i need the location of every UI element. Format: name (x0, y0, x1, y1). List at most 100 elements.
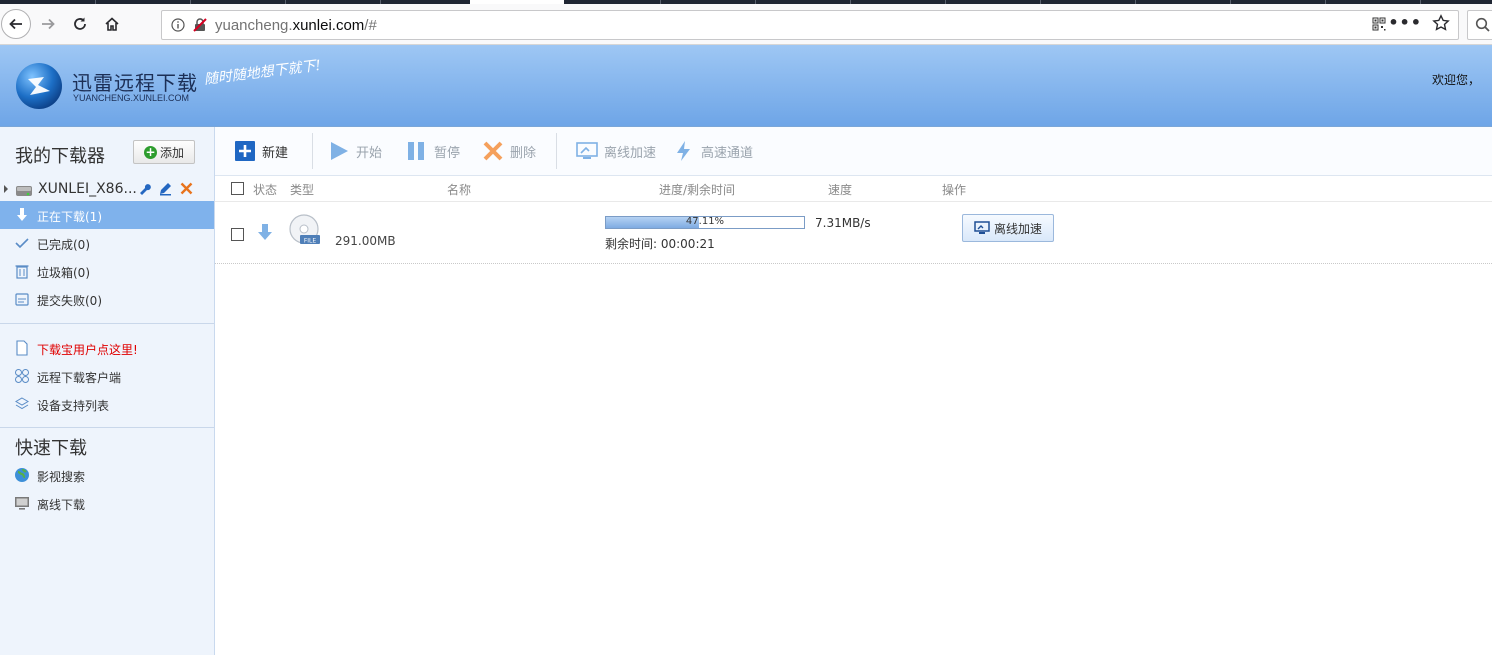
sidebar-item-label: 提交失败(0) (37, 294, 102, 308)
device-name[interactable]: XUNLEI_X86... (38, 181, 137, 197)
welcome-text: 欢迎您， (1432, 73, 1481, 87)
new-task-label: 新建 (262, 145, 289, 161)
offline-accelerate-label: 离线加速 (604, 145, 657, 161)
search-box[interactable] (1467, 10, 1492, 40)
globe-icon (15, 468, 29, 482)
high-speed-channel-button[interactable]: 高速通道 (673, 138, 753, 164)
new-task-button[interactable]: 新建 (234, 138, 288, 164)
high-speed-channel-label: 高速通道 (701, 145, 754, 161)
header-type: 类型 (290, 183, 315, 197)
row-offline-accelerate-label: 离线加速 (993, 221, 1042, 236)
expand-triangle-icon[interactable] (4, 185, 8, 193)
start-label: 开始 (356, 145, 383, 161)
home-button[interactable] (99, 11, 125, 37)
download-arrow-icon (17, 208, 27, 221)
delete-button[interactable]: 删除 (482, 138, 536, 164)
select-all-checkbox[interactable] (231, 182, 244, 195)
hard-drive-icon (16, 186, 32, 196)
sidebar-link-label: 下载宝用户点这里! (37, 343, 138, 357)
sidebar-divider (0, 427, 214, 428)
sidebar-item-completed[interactable]: 已完成(0) (0, 229, 214, 257)
sidebar-link-label: 远程下载客户端 (37, 371, 122, 385)
table-row[interactable]: FILE 291.00MB 47.11% 剩余时间: 00:00:21 7.31… (215, 202, 1492, 264)
failed-doc-icon (15, 293, 29, 306)
sidebar-quick-video-search[interactable]: 影视搜索 (0, 461, 214, 489)
delete-label: 删除 (510, 145, 537, 161)
brand-title[interactable]: 迅雷远程下载 (72, 67, 198, 96)
pause-icon (408, 142, 424, 160)
delete-x-icon (483, 141, 503, 161)
progress-percent: 47.11% (685, 216, 725, 227)
quick-label: 离线下载 (37, 498, 86, 512)
back-button[interactable] (1, 9, 31, 39)
toolbar-separator (312, 133, 313, 169)
reload-button[interactable] (67, 11, 93, 37)
forward-arrow-icon (42, 18, 55, 30)
add-plus-icon: + (143, 144, 157, 159)
file-badge-text: FILE (304, 238, 317, 245)
toolbar-separator (556, 133, 557, 169)
new-plus-icon (235, 141, 255, 161)
lightning-icon (677, 141, 690, 161)
insecure-lock-icon[interactable] (192, 17, 208, 33)
sidebar-item-failed[interactable]: 提交失败(0) (0, 285, 214, 313)
sidebar-link-client[interactable]: 远程下载客户端 (0, 362, 214, 390)
downloader-device[interactable]: XUNLEI_X86... (0, 179, 214, 201)
page-actions-menu-icon[interactable]: ••• (1388, 13, 1422, 32)
trash-icon (15, 265, 29, 279)
add-downloader-button[interactable]: + 添加 (133, 140, 195, 164)
url-text[interactable]: yuancheng.xunlei.com/# (215, 17, 377, 34)
pause-label: 暂停 (434, 145, 461, 161)
header-action: 操作 (942, 183, 967, 197)
xunlei-logo-icon[interactable] (14, 61, 64, 111)
site-header: 迅雷远程下载 YUANCHENG.XUNLEI.COM 随时随地想下就下! 欢迎… (0, 45, 1492, 127)
sidebar: 我的下载器 + 添加 XUNLEI_X86... 正在下载(1) 已完成(0) … (0, 127, 215, 655)
row-checkbox[interactable] (231, 228, 244, 241)
sidebar-item-label: 正在下载(1) (37, 210, 102, 224)
reload-icon (74, 17, 86, 30)
row-offline-accelerate-button[interactable]: 离线加速 (962, 214, 1054, 242)
header-speed: 速度 (828, 183, 853, 197)
search-icon (1475, 17, 1490, 32)
offline-accelerate-button[interactable]: 离线加速 (576, 138, 656, 164)
back-arrow-icon (9, 18, 22, 30)
checkmark-icon (15, 238, 29, 249)
address-bar[interactable]: yuancheng.xunlei.com/# ••• (161, 10, 1459, 40)
offline-accel-icon (576, 142, 598, 159)
my-downloaders-title: 我的下载器 (15, 146, 105, 167)
offline-accel-icon (974, 221, 990, 234)
slogan: 随时随地想下就下! (203, 57, 322, 88)
brand-subtitle: YUANCHENG.XUNLEI.COM (73, 93, 190, 103)
remove-x-icon[interactable] (179, 181, 194, 196)
sidebar-item-trash[interactable]: 垃圾箱(0) (0, 257, 214, 285)
header-name: 名称 (447, 183, 472, 197)
wrench-icon[interactable] (137, 181, 152, 196)
quick-label: 影视搜索 (37, 470, 86, 484)
forward-button[interactable] (35, 11, 61, 37)
sidebar-item-downloading[interactable]: 正在下载(1) (0, 201, 214, 229)
toolbar: 新建 开始 暂停 删除 离线加速 高速通道 (215, 127, 1492, 176)
header-status: 状态 (253, 183, 278, 197)
info-icon[interactable] (171, 18, 185, 32)
bookmark-star-icon[interactable] (1432, 14, 1450, 32)
client-grid-icon (15, 369, 29, 383)
offline-monitor-icon (15, 497, 29, 510)
download-speed: 7.31MB/s (815, 216, 871, 230)
home-icon (105, 17, 119, 31)
edit-pencil-icon[interactable] (158, 181, 173, 196)
document-icon (16, 340, 28, 356)
file-type-icon: FILE (289, 214, 320, 245)
pause-button[interactable]: 暂停 (406, 138, 460, 164)
downloading-status-icon (258, 224, 272, 240)
sidebar-quick-offline[interactable]: 离线下载 (0, 489, 214, 517)
progress-bar: 47.11% (605, 216, 805, 229)
sidebar-link-devices[interactable]: 设备支持列表 (0, 390, 214, 418)
header-progress: 进度/剩余时间 (659, 183, 736, 197)
sidebar-divider (0, 323, 214, 324)
sidebar-link-xiazaibao[interactable]: 下载宝用户点这里! (0, 334, 214, 362)
play-icon (331, 142, 348, 160)
qr-code-icon[interactable] (1372, 17, 1386, 31)
start-button[interactable]: 开始 (328, 138, 382, 164)
quick-download-title: 快速下载 (15, 438, 87, 459)
browser-nav-bar: yuancheng.xunlei.com/# ••• (0, 4, 1492, 45)
